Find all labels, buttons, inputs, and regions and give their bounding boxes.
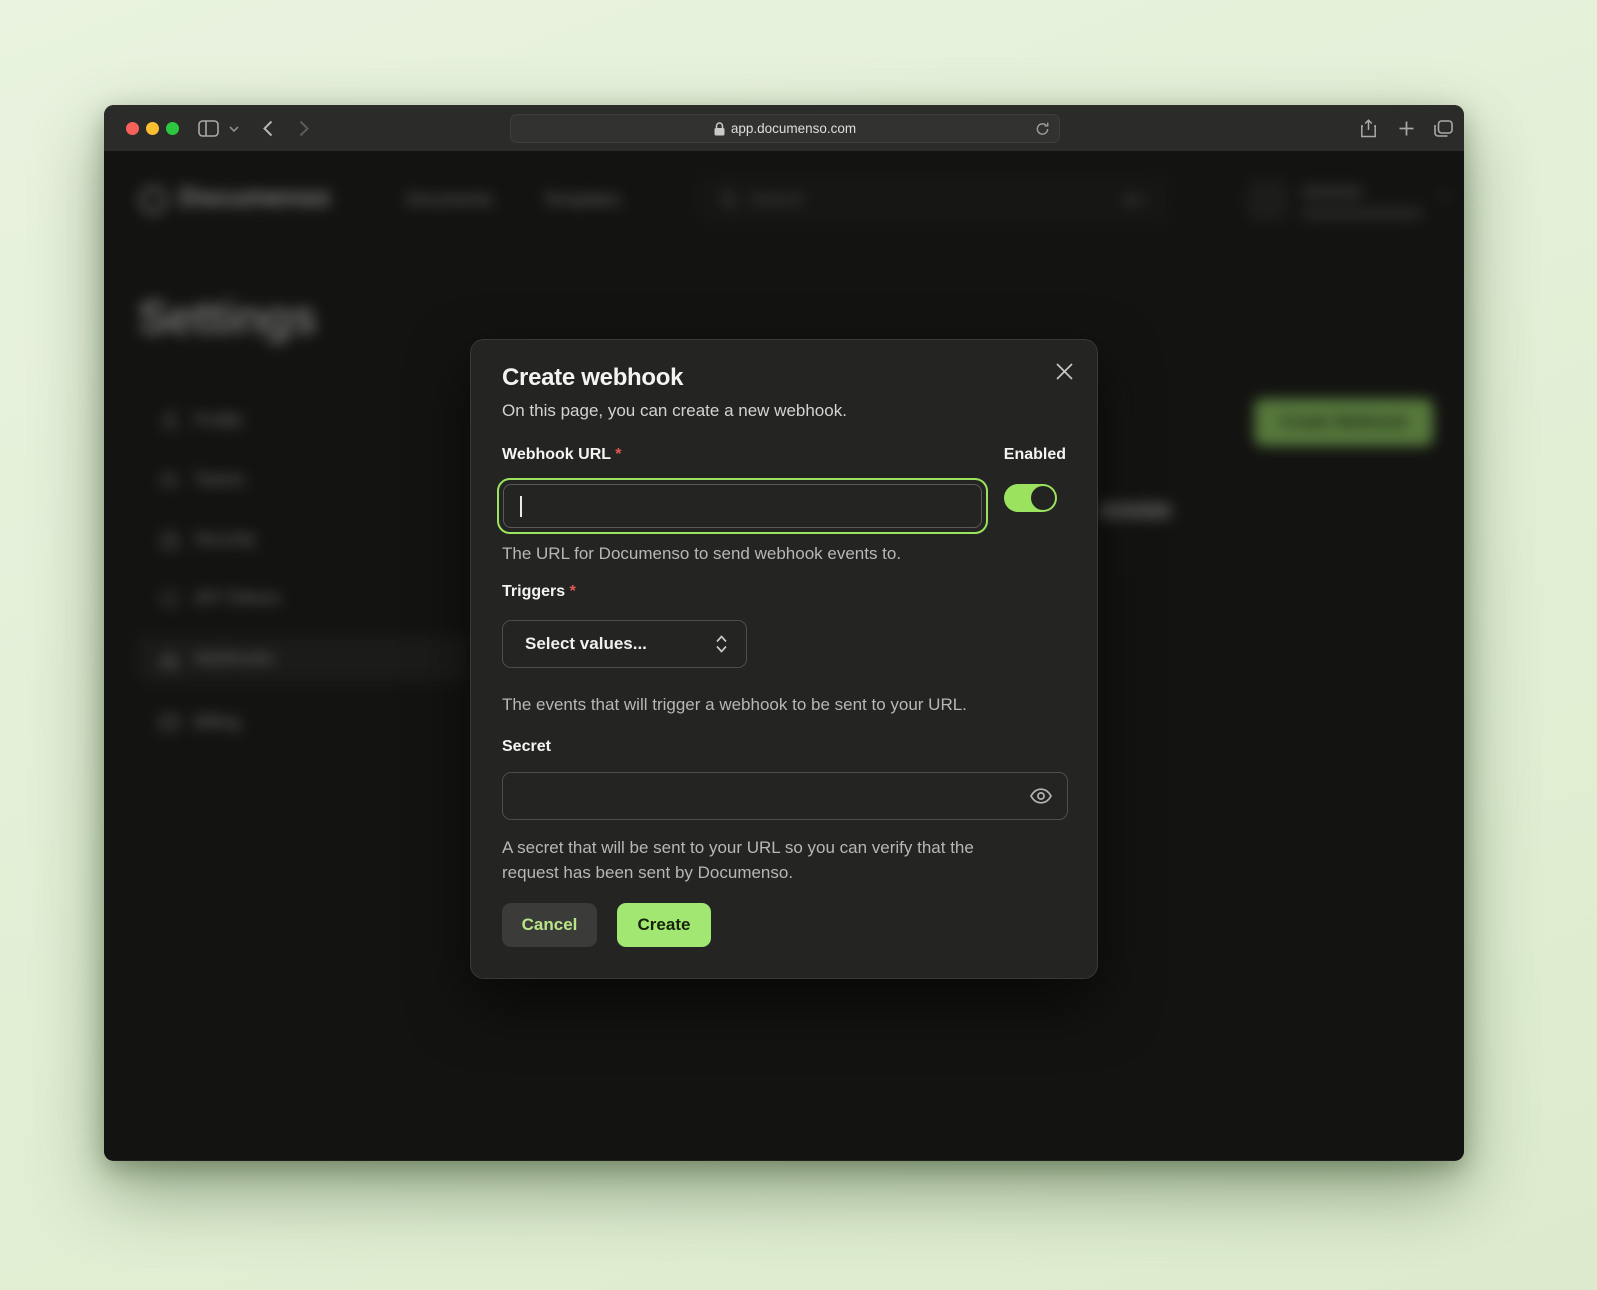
browser-window: app.documenso.com Documen bbox=[104, 105, 1464, 1161]
new-tab-icon[interactable] bbox=[1394, 105, 1418, 152]
triggers-label: Triggers * bbox=[502, 583, 576, 601]
traffic-light-minimize[interactable] bbox=[146, 122, 159, 135]
tab-overview-icon[interactable] bbox=[1430, 105, 1456, 152]
traffic-light-close[interactable] bbox=[126, 122, 139, 135]
lock-icon bbox=[714, 122, 725, 136]
eye-icon[interactable] bbox=[1029, 785, 1053, 807]
required-asterisk: * bbox=[615, 446, 621, 463]
url-text: app.documenso.com bbox=[731, 121, 856, 136]
secret-label: Secret bbox=[502, 738, 551, 756]
webhook-url-label: Webhook URL * bbox=[502, 446, 621, 464]
enabled-toggle[interactable] bbox=[1004, 484, 1057, 512]
close-icon[interactable] bbox=[1053, 360, 1075, 382]
triggers-select-placeholder: Select values... bbox=[525, 634, 647, 654]
create-webhook-dialog: Create webhook On this page, you can cre… bbox=[470, 339, 1098, 979]
text-caret bbox=[520, 496, 522, 517]
reload-icon[interactable] bbox=[1035, 121, 1050, 137]
page-content: Documenso Documents Templates Search ⌘K … bbox=[104, 152, 1464, 1160]
create-button[interactable]: Create bbox=[617, 903, 711, 947]
dialog-title: Create webhook bbox=[502, 364, 683, 392]
webhook-url-input[interactable] bbox=[503, 484, 982, 528]
dialog-description: On this page, you can create a new webho… bbox=[502, 401, 847, 421]
enabled-label: Enabled bbox=[1004, 446, 1066, 464]
cancel-button[interactable]: Cancel bbox=[502, 903, 597, 947]
required-asterisk: * bbox=[570, 583, 576, 600]
toggle-knob bbox=[1031, 486, 1055, 510]
secret-helper: A secret that will be sent to your URL s… bbox=[502, 835, 1027, 885]
back-button[interactable] bbox=[256, 105, 280, 152]
toolbar-chevron-down-icon[interactable] bbox=[226, 105, 242, 152]
url-bar[interactable]: app.documenso.com bbox=[510, 114, 1060, 143]
browser-toolbar: app.documenso.com bbox=[104, 105, 1464, 152]
triggers-helper: The events that will trigger a webhook t… bbox=[502, 692, 967, 717]
sidebar-toggle-icon[interactable] bbox=[194, 105, 222, 152]
traffic-light-zoom[interactable] bbox=[166, 122, 179, 135]
webhook-url-focus-ring bbox=[497, 478, 988, 534]
triggers-select[interactable]: Select values... bbox=[502, 620, 747, 668]
chevrons-up-down-icon bbox=[715, 635, 728, 653]
secret-input[interactable] bbox=[502, 772, 1068, 820]
forward-button[interactable] bbox=[292, 105, 316, 152]
share-icon[interactable] bbox=[1356, 105, 1380, 152]
webhook-url-helper: The URL for Documenso to send webhook ev… bbox=[502, 541, 901, 566]
